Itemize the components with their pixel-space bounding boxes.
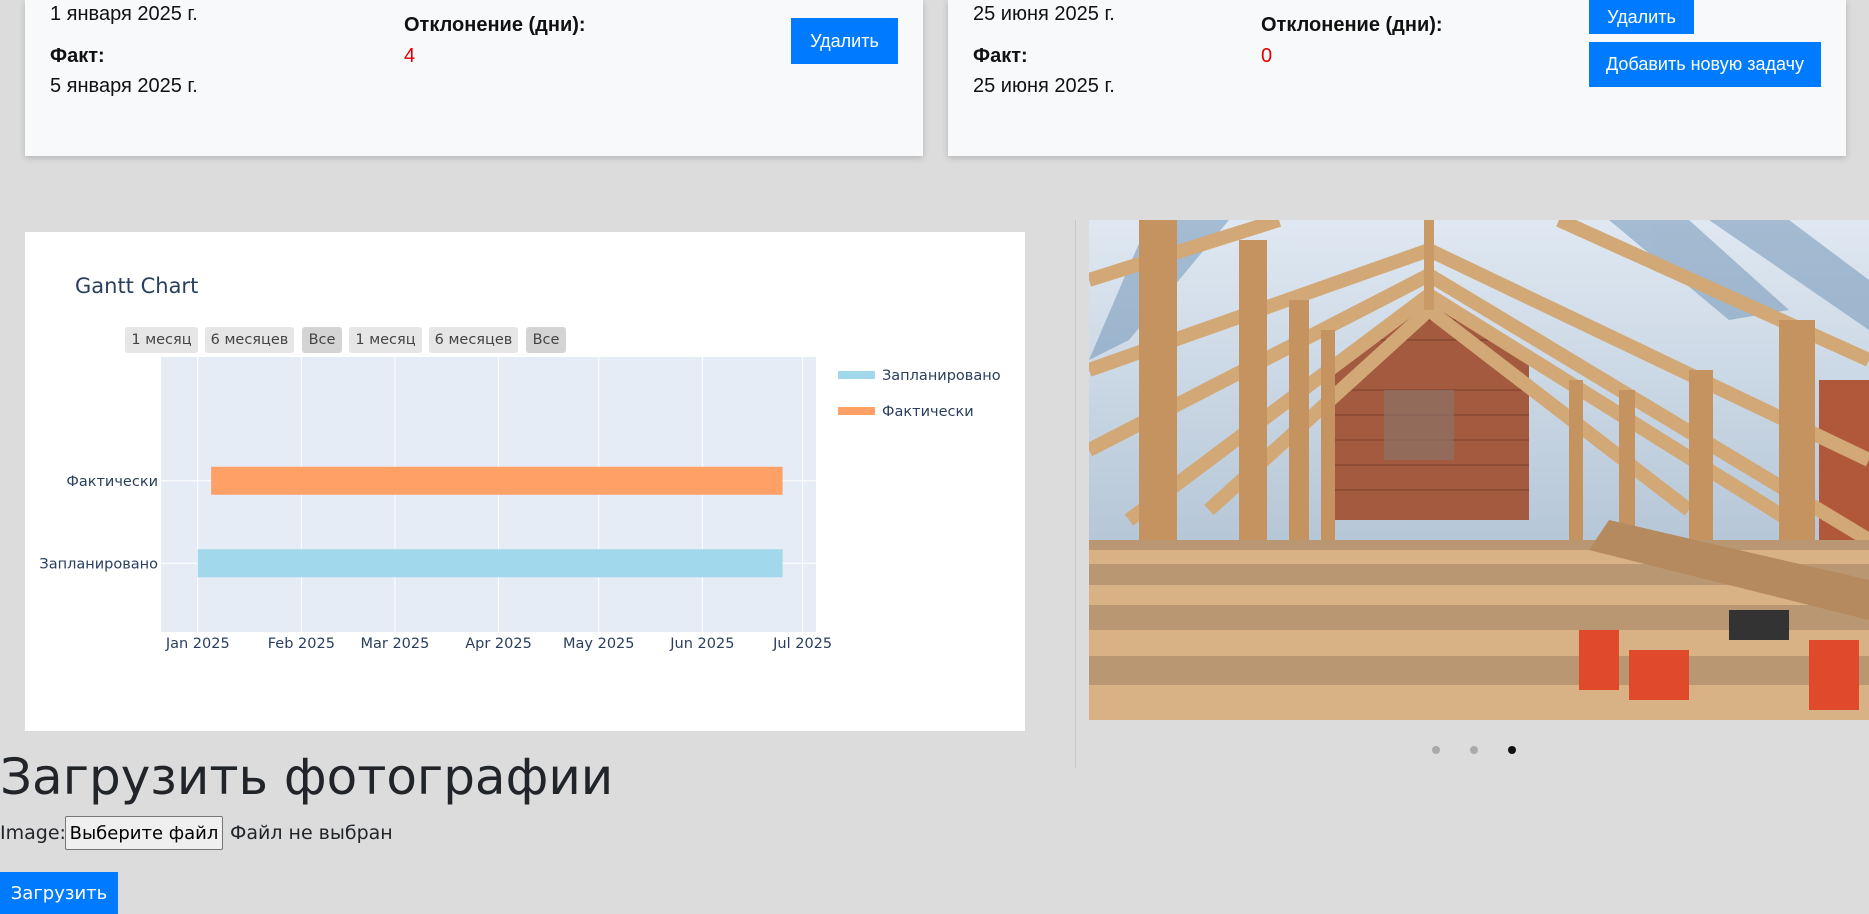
file-status: Файл не выбран xyxy=(230,822,393,844)
add-task-button[interactable]: Добавить новую задачу xyxy=(1589,42,1821,87)
carousel-dot-active[interactable] xyxy=(1508,746,1516,754)
fact-date: 5 января 2025 г. xyxy=(50,75,198,97)
deviation-label: Отклонение (дни): xyxy=(1261,14,1443,36)
deviation-value: 0 xyxy=(1261,45,1273,67)
legend-label[interactable]: Запланировано xyxy=(882,368,1001,384)
deviation-value: 4 xyxy=(404,45,416,67)
carousel-dot[interactable] xyxy=(1470,746,1478,754)
legend: Запланировано Фактически xyxy=(838,368,1001,420)
chart-title: Gantt Chart xyxy=(75,274,198,298)
gantt-bar xyxy=(211,466,783,495)
legend-swatch xyxy=(838,371,875,379)
range-all-button[interactable]: Все xyxy=(302,327,342,353)
fact-label: Факт: xyxy=(973,45,1028,67)
deviation-label: Отклонение (дни): xyxy=(404,14,586,36)
x-tick-label: Feb 2025 xyxy=(268,636,335,652)
legend-label[interactable]: Фактически xyxy=(882,404,974,420)
planned-date: 1 января 2025 г. xyxy=(50,3,198,25)
range-1-month-button[interactable]: 1 месяц xyxy=(125,327,198,353)
y-axis-labels: Запланировано Фактически xyxy=(39,474,158,573)
fact-date: 25 июня 2025 г. xyxy=(973,75,1115,97)
legend-swatch xyxy=(838,407,875,415)
planned-date: 25 июня 2025 г. xyxy=(973,3,1115,25)
x-tick-label: Mar 2025 xyxy=(360,636,429,652)
x-tick-label: Jul 2025 xyxy=(772,636,832,652)
gantt-chart: Gantt Chart Запланировано Фактически Jan … xyxy=(39,274,1001,652)
upload-button[interactable]: Загрузить xyxy=(0,872,118,914)
x-tick-label: Jun 2025 xyxy=(669,636,734,652)
task-card: 1 января 2025 г. Факт: 5 января 2025 г. … xyxy=(25,0,923,156)
gantt-bar xyxy=(197,549,783,578)
attic-roof-rafters-photo xyxy=(1089,220,1869,720)
range-6-months-button[interactable]: 6 месяцев xyxy=(205,327,294,353)
x-axis-labels: Jan 2025 Feb 2025 Mar 2025 Apr 2025 May 2025… xyxy=(165,636,832,652)
range-all-button[interactable]: Все xyxy=(526,327,566,353)
carousel-divider xyxy=(1075,220,1076,768)
y-tick-label: Фактически xyxy=(66,474,158,490)
range-1-month-button[interactable]: 1 месяц xyxy=(349,327,422,353)
x-tick-label: Apr 2025 xyxy=(465,636,532,652)
delete-button[interactable]: Удалить xyxy=(791,18,898,64)
x-tick-label: Jan 2025 xyxy=(165,636,230,652)
task-card: 25 июня 2025 г. Факт: 25 июня 2025 г. От… xyxy=(948,0,1846,156)
carousel-dot[interactable] xyxy=(1432,746,1440,754)
x-tick-label: May 2025 xyxy=(563,636,635,652)
delete-button[interactable]: Удалить xyxy=(1589,0,1694,34)
gantt-chart-panel: Gantt Chart Запланировано Фактически Jan … xyxy=(25,232,1025,731)
image-label: Image: xyxy=(0,822,66,844)
fact-label: Факт: xyxy=(50,45,105,67)
photo-illustration xyxy=(1089,220,1869,720)
y-tick-label: Запланировано xyxy=(39,556,158,572)
upload-heading: Загрузить фотографии xyxy=(0,748,614,806)
choose-file-button[interactable]: Выберите файл xyxy=(65,816,223,850)
range-6-months-button[interactable]: 6 месяцев xyxy=(429,327,518,353)
